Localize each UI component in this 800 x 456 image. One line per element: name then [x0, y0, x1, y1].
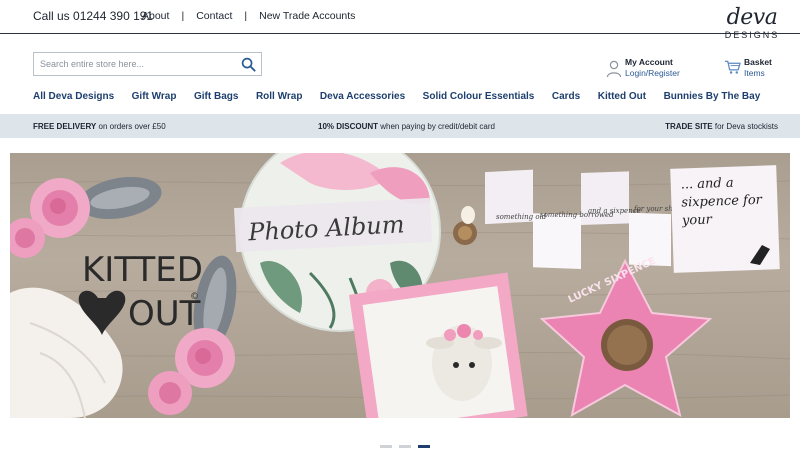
nav-solid-colour-essentials[interactable]: Solid Colour Essentials	[423, 91, 535, 102]
site-logo[interactable]: deva DESIGNS	[722, 5, 782, 48]
card-text: ... and a sixpence for your	[680, 175, 763, 229]
main-nav: All Deva Designs Gift Wrap Gift Bags Rol…	[33, 91, 778, 102]
nav-deva-accessories[interactable]: Deva Accessories	[320, 91, 405, 102]
divider: |	[244, 10, 248, 22]
nav-gift-bags[interactable]: Gift Bags	[194, 91, 238, 102]
carousel-dot-2[interactable]	[399, 445, 411, 448]
nav-roll-wrap[interactable]: Roll Wrap	[256, 91, 302, 102]
promo-free-delivery: FREE DELIVERY on orders over £50	[33, 122, 166, 131]
search-box	[33, 52, 262, 76]
nav-all-deva-designs[interactable]: All Deva Designs	[33, 91, 114, 102]
my-account[interactable]: My Account Login/Register	[606, 57, 680, 79]
cart-icon	[724, 60, 741, 74]
fold-page-3: and a sixpence	[588, 207, 641, 215]
promo-trade-site: TRADE SITE for Deva stockists	[665, 122, 778, 131]
nav-bunnies-by-the-bay[interactable]: Bunnies By The Bay	[664, 91, 761, 102]
hero-banner[interactable]: KITTED OUT © Photo Album something old s…	[10, 153, 790, 418]
logo-script: deva	[726, 5, 778, 30]
contact-link[interactable]: Contact	[196, 10, 232, 22]
carousel-dot-3[interactable]	[418, 445, 430, 448]
account-title: My Account	[625, 57, 673, 67]
carousel-dots	[380, 445, 437, 448]
phone-number[interactable]: Call us 01244 390 191	[33, 9, 153, 23]
nav-cards[interactable]: Cards	[552, 91, 580, 102]
lucky-star-product: LUCKY SIXPENCE	[539, 255, 713, 417]
about-link[interactable]: About	[142, 10, 169, 22]
login-register-link[interactable]: Login/Register	[625, 68, 680, 79]
divider: |	[181, 10, 185, 22]
promo-discount: 10% DISCOUNT when paying by credit/debit…	[318, 122, 495, 131]
new-trade-accounts-link[interactable]: New Trade Accounts	[259, 10, 355, 22]
hero-illustration: KITTED OUT © Photo Album something old s…	[10, 153, 790, 418]
logo-subtitle: DESIGNS	[724, 30, 780, 40]
promo-bar: FREE DELIVERY on orders over £50 10% DIS…	[0, 114, 800, 138]
search-icon[interactable]	[241, 57, 256, 72]
search-input[interactable]	[34, 53, 229, 75]
kitted-text: KITTED	[82, 250, 203, 290]
lamb-card-product	[349, 272, 528, 418]
basket[interactable]: Basket Items	[724, 57, 772, 79]
top-bar: Call us 01244 390 191 About | Contact | …	[0, 0, 800, 34]
sixpence-card-product: ... and a sixpence for your	[670, 165, 780, 273]
user-icon	[606, 60, 622, 78]
carousel-dot-1[interactable]	[380, 445, 392, 448]
basket-items-link[interactable]: Items	[744, 68, 772, 79]
top-links: About | Contact | New Trade Accounts	[142, 10, 355, 22]
basket-title: Basket	[744, 57, 772, 67]
nav-gift-wrap[interactable]: Gift Wrap	[132, 91, 177, 102]
copyright-text: ©	[190, 292, 199, 302]
nav-kitted-out[interactable]: Kitted Out	[598, 91, 646, 102]
